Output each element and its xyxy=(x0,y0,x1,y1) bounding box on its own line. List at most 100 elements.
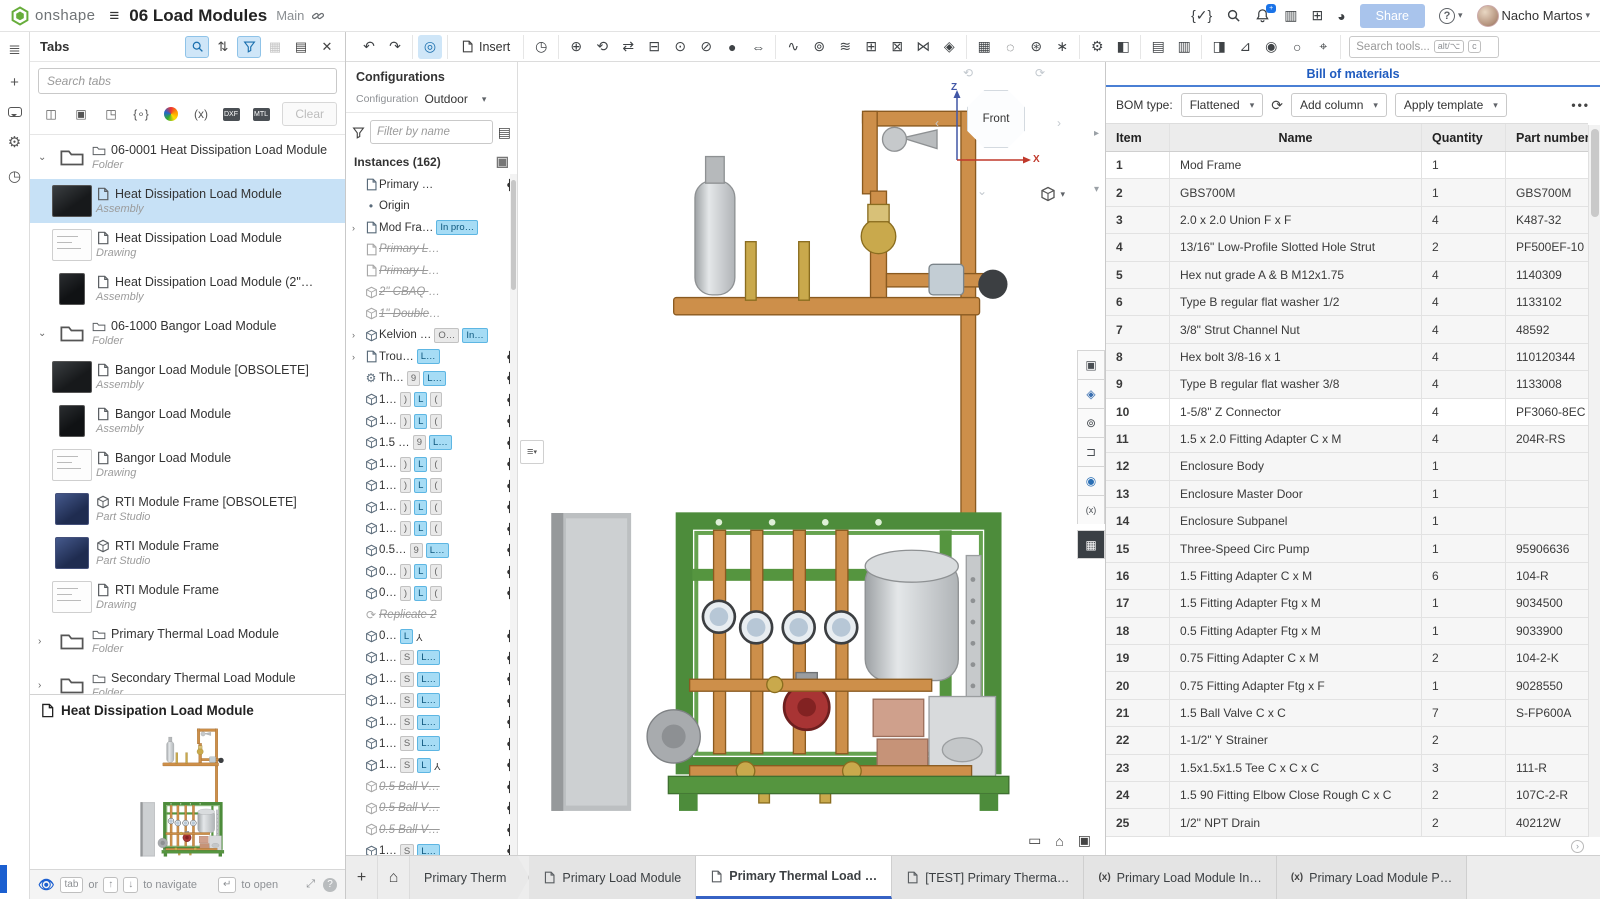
instance-row[interactable]: 1…)L( xyxy=(346,518,517,540)
tree-folder-row[interactable]: ›Secondary Thermal Load ModuleFolder xyxy=(30,663,345,694)
document-tab[interactable]: Primary Thermal Load … xyxy=(696,856,892,899)
instance-row[interactable]: 1…SL… xyxy=(346,647,517,669)
revolute-mate-icon[interactable]: ⟲ xyxy=(590,35,614,59)
help-menu[interactable]: ?▾ xyxy=(1439,8,1463,24)
filter-drawing-icon[interactable]: ◳ xyxy=(98,102,124,126)
new-tab-button[interactable]: + xyxy=(346,856,378,899)
config-badge[interactable]: S xyxy=(400,650,414,665)
document-menu-icon[interactable]: ≡ xyxy=(109,6,119,26)
config-badge[interactable]: ( xyxy=(430,564,441,579)
instance-row[interactable]: 0.5 Ball V… xyxy=(346,819,517,841)
expand-preview-icon[interactable]: ⤢ xyxy=(306,878,315,891)
config-badge[interactable]: 9 xyxy=(407,371,420,386)
workspace-label[interactable]: Main xyxy=(276,8,304,23)
config-badge[interactable]: L xyxy=(414,586,427,601)
configuration-select[interactable]: Outdoor▾ xyxy=(424,92,486,106)
bom-row[interactable]: 73/8" Strut Channel Nut448592 xyxy=(1106,316,1588,343)
release-tasks-icon[interactable]: ▥ xyxy=(1284,7,1297,24)
bom-row[interactable]: 5Hex nut grade A & B M12x1.7541140309 xyxy=(1106,262,1588,289)
bom-row[interactable]: 241.5 90 Fitting Elbow Close Rough C x C… xyxy=(1106,782,1588,809)
linear-pattern-icon[interactable]: ▦ xyxy=(972,35,996,59)
bom-scrollbar[interactable] xyxy=(1588,125,1600,837)
view-cube[interactable]: ⟲ ⟳ ‹ › ⌄ Front Z X xyxy=(933,68,1053,188)
document-tab[interactable]: (x)Primary Load Module In… xyxy=(1084,856,1276,899)
list-options-icon[interactable]: ▤ xyxy=(498,124,511,141)
tree-folder-row[interactable]: ›Primary Thermal Load ModuleFolder xyxy=(30,619,345,663)
filter-part-studio-icon[interactable]: ◫ xyxy=(38,102,64,126)
rotate-right-icon[interactable]: › xyxy=(1057,116,1061,130)
instance-row[interactable]: ›Trou…L… xyxy=(346,346,517,368)
sync-status-icon[interactable]: ◕ xyxy=(1337,8,1345,24)
config-badge[interactable]: L xyxy=(414,564,427,579)
config-badge[interactable]: L xyxy=(414,392,427,407)
instance-row[interactable]: Primary Load Mod … xyxy=(346,239,517,261)
onshape-logo[interactable]: onshape xyxy=(10,6,95,26)
replicate-icon[interactable]: ⊛ xyxy=(1024,35,1048,59)
gear-relation-icon[interactable]: ⊚ xyxy=(807,35,831,59)
display-states-icon[interactable]: ◧ xyxy=(1111,35,1135,59)
bom-row[interactable]: 221-1/2" Y Strainer2 xyxy=(1106,727,1588,754)
config-badge[interactable]: ) xyxy=(400,478,411,493)
config-badge[interactable]: L… xyxy=(417,650,440,665)
featurescript-icon[interactable]: {✓} xyxy=(1191,7,1212,24)
config-badge[interactable]: ) xyxy=(400,564,411,579)
parts-panel-icon[interactable]: ◈ xyxy=(1077,379,1105,408)
panel-collapse-icon[interactable]: ▸ xyxy=(1094,128,1099,139)
config-badge[interactable]: L… xyxy=(417,844,440,855)
bom-row[interactable]: 211.5 Ball Valve C x C7S-FP600A xyxy=(1106,700,1588,727)
config-badge[interactable]: ) xyxy=(400,521,411,536)
appearance-panel-icon[interactable]: ◉ xyxy=(1077,466,1105,495)
config-badge[interactable]: L xyxy=(414,521,427,536)
bom-column-header[interactable]: Quantity xyxy=(1422,124,1506,151)
bom-row[interactable]: 13Enclosure Master Door1 xyxy=(1106,481,1588,508)
config-badge[interactable]: S xyxy=(400,736,414,751)
close-panel-icon[interactable]: ✕ xyxy=(315,36,339,58)
tree-tab-row[interactable]: Heat Dissipation Load ModuleAssembly xyxy=(30,179,345,223)
filter-appearance-icon[interactable] xyxy=(158,102,184,126)
instance-row[interactable]: 1…SL… xyxy=(346,690,517,712)
bom-row[interactable]: 161.5 Fitting Adapter C x M6104-R xyxy=(1106,563,1588,590)
config-badge[interactable]: S xyxy=(400,844,414,855)
config-badge[interactable]: ( xyxy=(430,586,441,601)
integrations-icon[interactable]: ⚙ xyxy=(8,133,21,151)
filter-icon[interactable] xyxy=(352,126,365,139)
bom-panel-icon[interactable]: ▦ xyxy=(1077,530,1105,559)
config-badge[interactable]: S xyxy=(400,715,414,730)
bom-row[interactable]: 8Hex bolt 3/8-16 x 14110120344 xyxy=(1106,344,1588,371)
tree-tab-row[interactable]: RTI Module FrameDrawing xyxy=(30,575,345,619)
bom-column-header[interactable]: Item xyxy=(1106,124,1170,151)
view-options-cube[interactable]: ▾ xyxy=(1040,186,1065,202)
instance-row[interactable]: Primary Load Mod … xyxy=(346,260,517,282)
display-settings-icon[interactable]: ▣ xyxy=(1078,832,1091,849)
explode-view-icon[interactable]: ∗ xyxy=(1050,35,1074,59)
bom-type-select[interactable]: Flattened▾ xyxy=(1181,93,1264,117)
instance-row[interactable]: ⟳Replicate 2 xyxy=(346,604,517,626)
config-badge[interactable]: ( xyxy=(430,478,441,493)
notifications-bell-icon[interactable]: + xyxy=(1255,8,1270,23)
config-badge[interactable]: In… xyxy=(462,328,487,343)
bom-row[interactable]: 231.5x1.5x1.5 Tee C x C x C3111-R xyxy=(1106,755,1588,782)
config-badge[interactable]: L… xyxy=(417,672,440,687)
bom-row[interactable]: 9Type B regular flat washer 3/841133008 xyxy=(1106,371,1588,398)
document-tab[interactable]: Primary Load Module xyxy=(529,856,696,899)
filter-by-name-input[interactable] xyxy=(370,120,493,144)
instance-row[interactable]: ⚙Th…9L… xyxy=(346,368,517,390)
config-badge[interactable]: ) xyxy=(400,414,411,429)
bom-row[interactable]: 190.75 Fitting Adapter C x M2104-2-K xyxy=(1106,645,1588,672)
config-badge[interactable]: ) xyxy=(400,457,411,472)
instances-scrollbar[interactable] xyxy=(510,174,517,855)
config-badge[interactable]: L xyxy=(414,457,427,472)
instance-row[interactable]: 1…SL… xyxy=(346,733,517,755)
in-context-panel-icon[interactable]: ▣ xyxy=(1077,350,1105,379)
features-panel-icon[interactable]: ⊐ xyxy=(1077,437,1105,466)
config-badge[interactable]: ) xyxy=(400,500,411,515)
config-badge[interactable]: ( xyxy=(430,392,441,407)
config-badge[interactable]: L… xyxy=(417,715,440,730)
instance-row[interactable]: •Origin xyxy=(346,196,517,218)
search-tabs-input[interactable] xyxy=(38,68,337,94)
comments-icon[interactable] xyxy=(8,107,22,117)
bom-row[interactable]: 6Type B regular flat washer 1/241133102 xyxy=(1106,289,1588,316)
config-badge[interactable]: In pro… xyxy=(436,220,478,235)
instance-row[interactable]: 0.5 Ball V… xyxy=(346,776,517,798)
add-column-select[interactable]: Add column▾ xyxy=(1291,93,1387,117)
